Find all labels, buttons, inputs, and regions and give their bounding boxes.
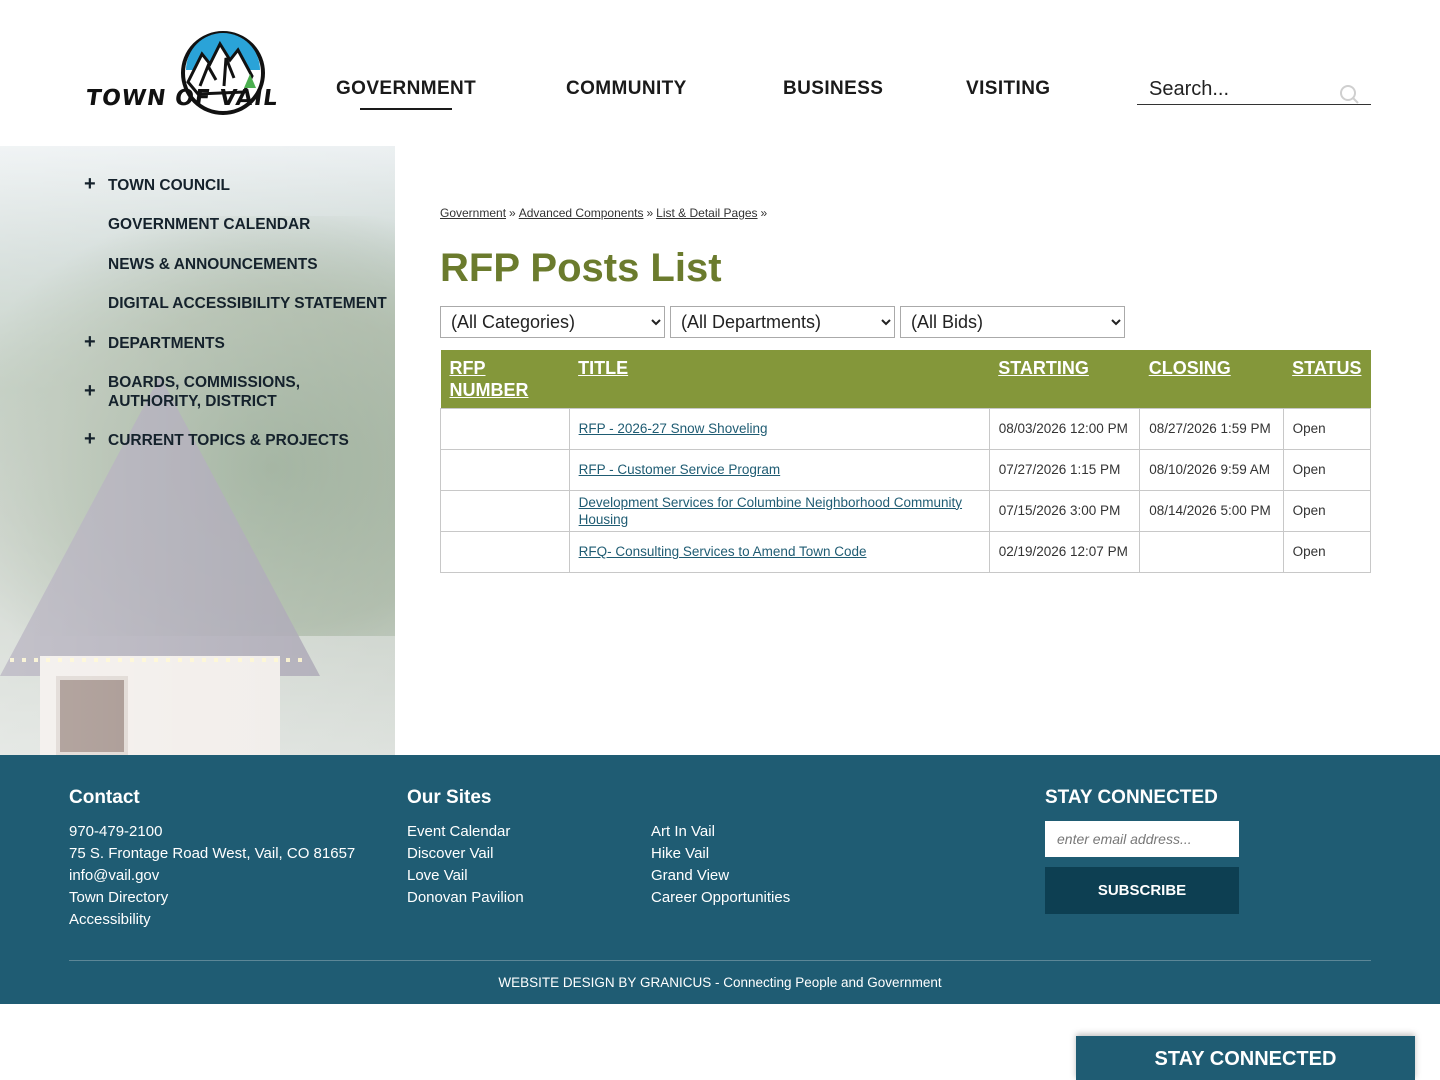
expand-icon[interactable]: + (84, 428, 96, 451)
sort-title[interactable]: TITLE (578, 358, 628, 378)
breadcrumb: Government» Advanced Components» List & De… (440, 206, 770, 220)
sidebar-item-digital-accessibility[interactable]: DIGITAL ACCESSIBILITY STATEMENT (108, 294, 387, 313)
search-input[interactable] (1149, 76, 1329, 102)
cell-title: RFP - 2026-27 Snow Shoveling (568, 407, 990, 450)
sort-closing[interactable]: CLOSING (1149, 358, 1231, 378)
footer-site-link[interactable]: Grand View (651, 865, 729, 887)
nav-government[interactable]: GOVERNMENT (336, 78, 476, 100)
nav-visiting[interactable]: VISITING (966, 78, 1051, 100)
column-header-closing: CLOSING (1139, 350, 1284, 408)
cell-closing (1139, 530, 1284, 573)
town-of-vail-logo[interactable]: TOWN OF VAIL (84, 28, 280, 118)
sort-rfp-number[interactable]: RFP NUMBER (450, 358, 529, 400)
cell-starting: 08/03/2026 12:00 PM (988, 407, 1141, 450)
cell-starting: 07/15/2026 3:00 PM (988, 489, 1141, 532)
footer-our-sites-heading: Our Sites (407, 787, 492, 808)
sidebar-overlay (0, 146, 395, 755)
cell-title: RFP - Customer Service Program (568, 448, 990, 491)
page-title: RFP Posts List (440, 246, 722, 290)
rfp-title-link[interactable]: RFP - 2026-27 Snow Shoveling (579, 421, 768, 436)
footer-stay-connected-heading: STAY CONNECTED (1045, 787, 1218, 808)
bids-filter-select[interactable]: (All Bids) (900, 306, 1125, 338)
footer-site-link[interactable]: Discover Vail (407, 843, 493, 865)
table-row: RFP - 2026-27 Snow Shoveling 08/03/2026 … (440, 407, 1372, 450)
footer-accessibility-link[interactable]: Accessibility (69, 909, 151, 931)
category-filter-select[interactable]: (All Categories) (440, 306, 665, 338)
footer-email-link[interactable]: info@vail.gov (69, 865, 159, 887)
cell-title: Development Services for Columbine Neigh… (568, 489, 990, 532)
cell-status: Open (1282, 407, 1372, 450)
breadcrumb-link-list-detail-pages[interactable]: List & Detail Pages (656, 206, 757, 220)
search-box (1137, 74, 1371, 105)
footer-site-link[interactable]: Art In Vail (651, 821, 715, 843)
expand-icon[interactable]: + (84, 173, 96, 196)
footer-site-link[interactable]: Love Vail (407, 865, 468, 887)
breadcrumb-link-government[interactable]: Government (440, 206, 506, 220)
nav-active-indicator (360, 108, 452, 110)
footer-contact-heading: Contact (69, 787, 140, 808)
breadcrumb-link-advanced-components[interactable]: Advanced Components (519, 206, 644, 220)
rfp-title-link[interactable]: Development Services for Columbine Neigh… (579, 495, 962, 527)
cell-status: Open (1282, 530, 1372, 573)
cell-title: RFQ- Consulting Services to Amend Town C… (568, 530, 990, 573)
department-filter-select[interactable]: (All Departments) (670, 306, 895, 338)
site-footer: Contact 970-479-2100 75 S. Frontage Road… (0, 755, 1440, 1004)
cell-status: Open (1282, 448, 1372, 491)
footer-town-directory-link[interactable]: Town Directory (69, 887, 168, 909)
nav-business[interactable]: BUSINESS (783, 78, 883, 100)
cell-starting: 07/27/2026 1:15 PM (988, 448, 1141, 491)
cell-rfp-number (440, 407, 570, 450)
expand-icon[interactable]: + (84, 380, 96, 403)
expand-icon[interactable]: + (84, 331, 96, 354)
sidebar-item-government-calendar[interactable]: GOVERNMENT CALENDAR (108, 215, 310, 234)
cell-rfp-number (440, 530, 570, 573)
cell-closing: 08/27/2026 1:59 PM (1139, 407, 1284, 450)
table-header-row: RFP NUMBER TITLE STARTING CLOSING STATUS (440, 350, 1371, 408)
rfp-table: RFP NUMBER TITLE STARTING CLOSING STATUS… (440, 350, 1372, 573)
stay-connected-tab[interactable]: STAY CONNECTED (1076, 1036, 1415, 1080)
search-icon[interactable] (1339, 84, 1359, 104)
sidebar-item-current-topics[interactable]: CURRENT TOPICS & PROJECTS (108, 431, 349, 450)
newsletter-email-input[interactable] (1045, 821, 1239, 857)
cell-closing: 08/14/2026 5:00 PM (1139, 489, 1284, 532)
table-row: RFP - Customer Service Program 07/27/202… (440, 448, 1372, 491)
rfp-title-link[interactable]: RFQ- Consulting Services to Amend Town C… (579, 544, 867, 559)
footer-credit[interactable]: WEBSITE DESIGN BY GRANICUS - Connecting … (0, 975, 1440, 990)
footer-site-link[interactable]: Hike Vail (651, 843, 709, 865)
footer-address: 75 S. Frontage Road West, Vail, CO 81657 (69, 845, 356, 862)
site-header: TOWN OF VAIL GOVERNMENT COMMUNITY BUSINE… (0, 0, 1440, 146)
sort-status[interactable]: STATUS (1292, 358, 1361, 378)
cell-closing: 08/10/2026 9:59 AM (1139, 448, 1284, 491)
column-header-rfp-number: RFP NUMBER (440, 350, 570, 408)
sidebar: + TOWN COUNCIL GOVERNMENT CALENDAR NEWS … (0, 146, 395, 755)
cell-starting: 02/19/2026 12:07 PM (988, 530, 1141, 573)
table-row: Development Services for Columbine Neigh… (440, 489, 1372, 532)
logo-wordmark: TOWN OF VAIL (84, 86, 280, 111)
breadcrumb-separator: » (509, 206, 516, 220)
sort-starting[interactable]: STARTING (998, 358, 1089, 378)
table-row: RFQ- Consulting Services to Amend Town C… (440, 530, 1372, 573)
footer-divider (69, 960, 1371, 961)
nav-community[interactable]: COMMUNITY (566, 78, 687, 100)
breadcrumb-separator: » (646, 206, 654, 220)
column-header-status: STATUS (1283, 350, 1371, 408)
footer-phone[interactable]: 970-479-2100 (69, 821, 162, 843)
sidebar-item-town-council[interactable]: TOWN COUNCIL (108, 176, 230, 195)
cell-status: Open (1282, 489, 1372, 532)
column-header-starting: STARTING (989, 350, 1140, 408)
subscribe-button[interactable]: SUBSCRIBE (1045, 867, 1239, 914)
footer-site-link[interactable]: Donovan Pavilion (407, 887, 524, 909)
rfp-title-link[interactable]: RFP - Customer Service Program (579, 462, 781, 477)
cell-rfp-number (440, 448, 570, 491)
sidebar-item-boards-commissions[interactable]: BOARDS, COMMISSIONS, AUTHORITY, DISTRICT (108, 373, 393, 411)
breadcrumb-separator: » (760, 206, 768, 220)
cell-rfp-number (440, 489, 570, 532)
column-header-title: TITLE (569, 350, 990, 408)
footer-site-link[interactable]: Event Calendar (407, 821, 510, 843)
footer-site-link[interactable]: Career Opportunities (651, 887, 790, 909)
sidebar-item-news-announcements[interactable]: NEWS & ANNOUNCEMENTS (108, 255, 318, 274)
sidebar-item-departments[interactable]: DEPARTMENTS (108, 334, 225, 353)
